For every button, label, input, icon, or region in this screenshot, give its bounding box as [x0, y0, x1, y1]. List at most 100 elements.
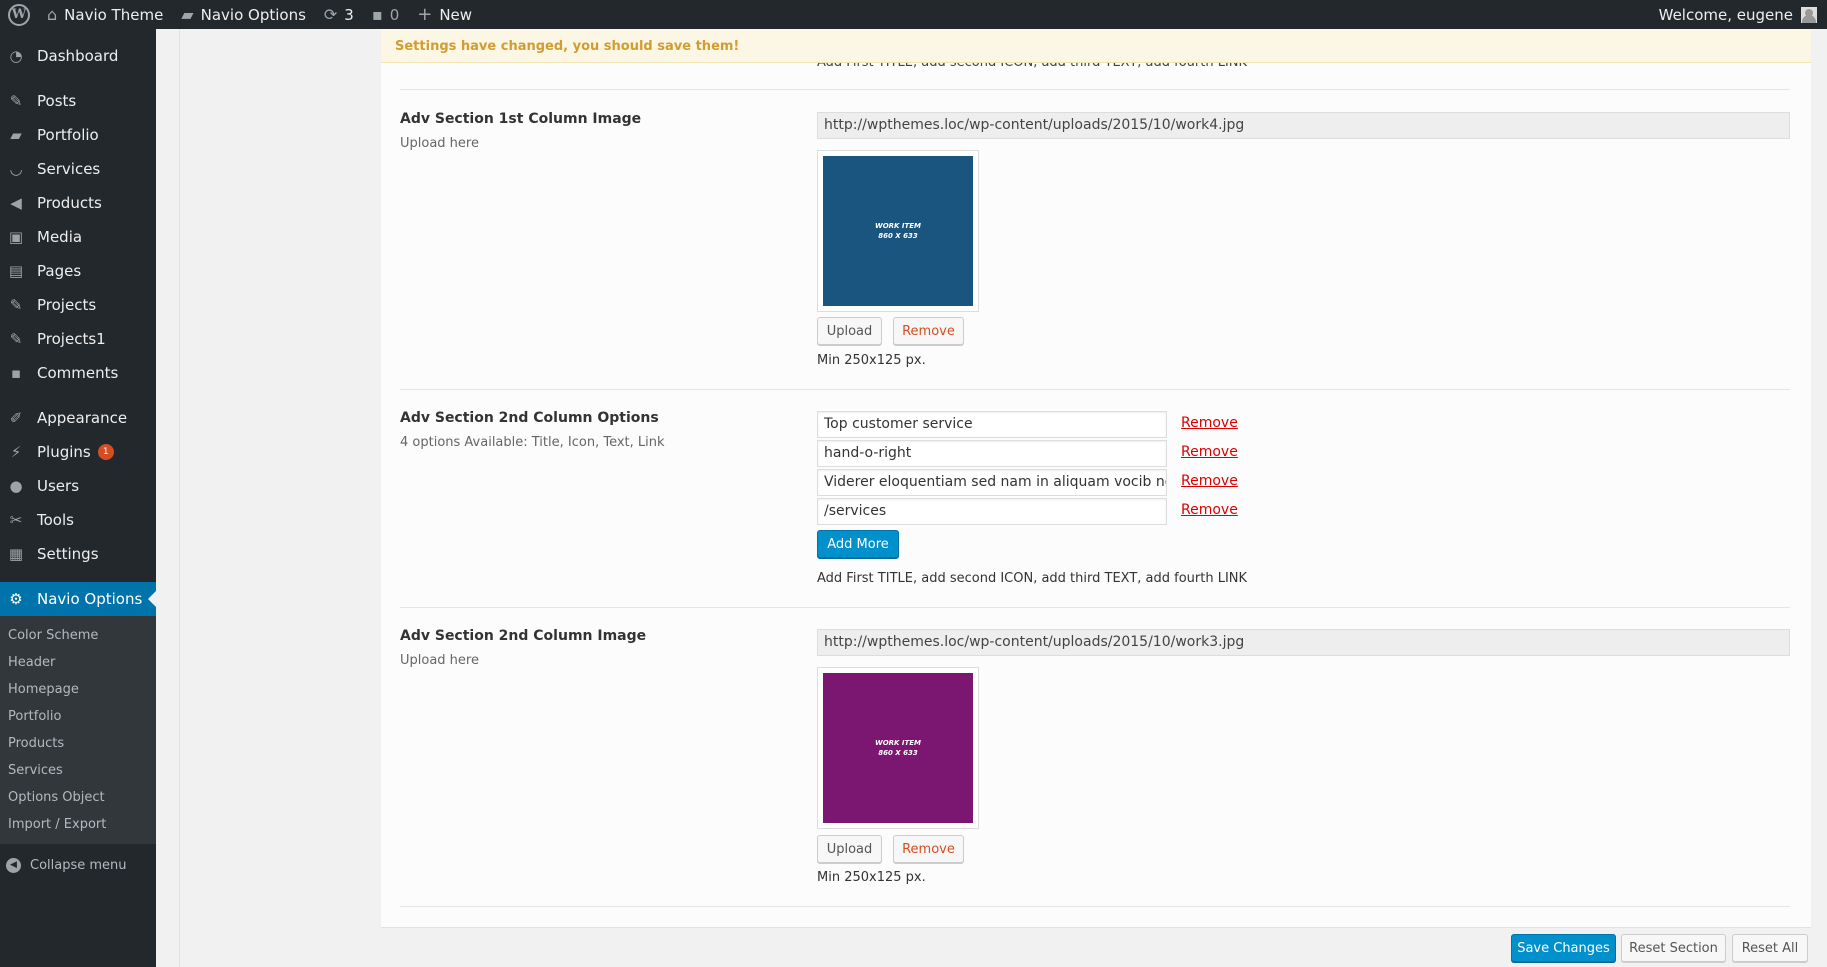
save-changes-button[interactable]: Save Changes	[1511, 934, 1616, 962]
thumb-caption-title: WORK ITEM	[874, 222, 922, 230]
menu-label: Appearance	[37, 409, 128, 427]
menu-users[interactable]: ● Users	[0, 469, 156, 503]
menu-label: Navio Options	[37, 590, 143, 608]
collapse-arrow-icon: ◀	[6, 857, 21, 873]
adv-1st-image-url-field[interactable]: http://wpthemes.loc/wp-content/uploads/2…	[817, 112, 1790, 139]
divider	[400, 389, 1790, 390]
site-name-label: Navio Theme	[64, 5, 164, 24]
adv-2nd-options-title: Adv Section 2nd Column Options	[400, 410, 659, 426]
work-item-thumbnail: WORK ITEM 860 X 633	[823, 156, 973, 306]
plus-icon: +	[417, 4, 433, 25]
menu-label: Projects1	[37, 330, 106, 348]
menu-label: Dashboard	[37, 47, 119, 65]
menu-tools[interactable]: ✂ Tools	[0, 503, 156, 537]
menu-dashboard[interactable]: ◔ Dashboard	[0, 39, 156, 73]
submenu-import-export[interactable]: Import / Export	[0, 811, 156, 838]
option-icon-remove-link[interactable]: Remove	[1181, 444, 1238, 460]
work-item-thumbnail: WORK ITEM 860 X 633	[823, 673, 973, 823]
menu-posts[interactable]: ✎ Posts	[0, 84, 156, 118]
option-text-field[interactable]: Viderer eloquentiam sed nam in aliquam v…	[817, 469, 1167, 496]
menu-settings[interactable]: ▦ Settings	[0, 537, 156, 571]
option-icon-field[interactable]: hand-o-right	[817, 440, 1167, 467]
adv-1st-image-title: Adv Section 1st Column Image	[400, 111, 642, 127]
adv-1st-image-upload-button[interactable]: Upload	[817, 317, 882, 345]
adv-1st-image-remove-button[interactable]: Remove	[893, 317, 964, 345]
reset-all-button[interactable]: Reset All	[1732, 934, 1808, 962]
menu-projects[interactable]: ✎ Projects	[0, 288, 156, 322]
comments-link[interactable]: ▪ 0	[363, 0, 408, 29]
navio-options-link[interactable]: ▰ Navio Options	[172, 0, 315, 29]
media-icon: ▣	[8, 228, 24, 246]
reset-section-button[interactable]: Reset Section	[1621, 934, 1726, 962]
menu-comments[interactable]: ▪ Comments	[0, 356, 156, 390]
thumb-caption-title: WORK ITEM	[874, 739, 922, 747]
submenu-color-scheme[interactable]: Color Scheme	[0, 622, 156, 649]
plug-icon: ⚡	[10, 443, 22, 461]
dashboard-icon: ◔	[9, 47, 23, 65]
adv-1st-image-preview: WORK ITEM 860 X 633	[817, 150, 979, 312]
adv-2nd-image-upload-button[interactable]: Upload	[817, 835, 882, 863]
option-title-field[interactable]: Top customer service	[817, 411, 1167, 438]
pin-icon: ✎	[9, 296, 23, 314]
collapse-menu-label: Collapse menu	[30, 857, 127, 873]
option-title-remove-link[interactable]: Remove	[1181, 415, 1238, 431]
menu-portfolio[interactable]: ▰ Portfolio	[0, 118, 156, 152]
thumb-caption-size: 860 X 633	[878, 749, 918, 757]
plugins-update-badge: 1	[97, 444, 114, 460]
comments-count: 0	[389, 5, 400, 24]
menu-navio-options[interactable]: ⚙ Navio Options	[0, 582, 156, 616]
submenu-homepage[interactable]: Homepage	[0, 676, 156, 703]
option-link-field[interactable]: /services	[817, 498, 1167, 525]
option-link-remove-link[interactable]: Remove	[1181, 502, 1238, 518]
user-icon: ●	[9, 477, 23, 495]
menu-media[interactable]: ▣ Media	[0, 220, 156, 254]
updates-count: 3	[344, 5, 354, 24]
submenu-products[interactable]: Products	[0, 730, 156, 757]
submenu-services[interactable]: Services	[0, 757, 156, 784]
gear-icon: ⚙	[9, 590, 23, 608]
menu-plugins[interactable]: ⚡ Plugins 1	[0, 435, 156, 469]
updates-link[interactable]: ⟳ 3	[315, 0, 363, 29]
menu-label: Products	[37, 194, 102, 212]
new-label: New	[439, 5, 473, 24]
new-content-link[interactable]: + New	[408, 0, 481, 29]
folder-icon: ▰	[181, 5, 194, 24]
menu-projects1[interactable]: ✎ Projects1	[0, 322, 156, 356]
divider	[400, 607, 1790, 608]
menu-products[interactable]: ◀ Products	[0, 186, 156, 220]
adv-2nd-image-title: Adv Section 2nd Column Image	[400, 628, 647, 644]
submenu-header[interactable]: Header	[0, 649, 156, 676]
content-gutter	[156, 29, 181, 967]
settings-icon: ▦	[8, 545, 24, 563]
comment-icon: ▪	[371, 5, 383, 24]
menu-pages[interactable]: ▤ Pages	[0, 254, 156, 288]
admin-menu: ◔ Dashboard ✎ Posts ▰ Portfolio ◡ Services ◀…	[0, 29, 156, 967]
avatar	[1801, 6, 1817, 23]
adv-2nd-image-remove-button[interactable]: Remove	[893, 835, 964, 863]
adv-2nd-image-desc: Upload here	[400, 653, 479, 668]
welcome-text: Welcome, eugene	[1658, 5, 1793, 24]
wordpress-icon: W	[8, 3, 30, 26]
navio-options-label: Navio Options	[200, 5, 306, 24]
submenu-portfolio[interactable]: Portfolio	[0, 703, 156, 730]
add-more-button[interactable]: Add More	[817, 530, 899, 558]
menu-label: Settings	[37, 545, 99, 563]
adv-2nd-options-desc: 4 options Available: Title, Icon, Text, …	[400, 435, 665, 450]
adv-2nd-image-url-field[interactable]: http://wpthemes.loc/wp-content/uploads/2…	[817, 629, 1790, 656]
adv-2nd-image-preview: WORK ITEM 860 X 633	[817, 667, 979, 829]
menu-label: Media	[37, 228, 83, 246]
my-account-link[interactable]: Welcome, eugene	[1659, 6, 1827, 24]
wp-logo-menu[interactable]: W	[0, 0, 38, 29]
collapse-menu-button[interactable]: ◀ Collapse menu	[0, 848, 156, 882]
options-panel: Settings have changed, you should save t…	[381, 29, 1811, 967]
option-text-remove-link[interactable]: Remove	[1181, 473, 1238, 489]
updates-icon: ⟳	[323, 5, 338, 24]
submenu-options-object[interactable]: Options Object	[0, 784, 156, 811]
site-name-link[interactable]: ⌂ Navio Theme	[38, 0, 172, 29]
adv-1st-image-help: Min 250x125 px.	[817, 353, 926, 368]
menu-services[interactable]: ◡ Services	[0, 152, 156, 186]
admin-bar: W ⌂ Navio Theme ▰ Navio Options ⟳ 3 ▪ 0 …	[0, 0, 1827, 29]
menu-label: Comments	[37, 364, 119, 382]
menu-appearance[interactable]: ✐ Appearance	[0, 401, 156, 435]
adv-1st-image-desc: Upload here	[400, 136, 479, 151]
